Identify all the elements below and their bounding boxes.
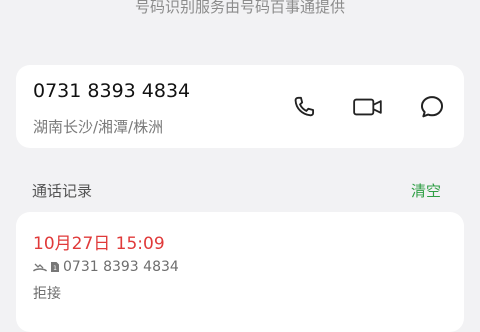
svg-text:1: 1 [53,265,57,272]
call-log-title: 通话记录 [32,182,93,200]
phone-number: 0731 8393 4834 [33,80,191,102]
call-record-status: 拒接 [33,286,61,302]
call-record-number: 0731 8393 4834 [63,259,179,275]
provider-note-text: 号码识别服务由号码百事通提供 [134,0,345,16]
message-button[interactable] [416,91,448,123]
provider-note: 号码识别服务由号码百事通提供 [0,0,480,22]
call-record-item[interactable]: 10月27日 15:09 1 0731 8393 4834 拒接 [16,212,464,332]
missed-call-icon [33,261,47,273]
video-camera-icon [353,98,382,116]
video-call-button[interactable] [352,91,384,123]
call-record-detail: 1 0731 8393 4834 [33,259,179,275]
message-bubble-icon [420,96,444,118]
sim-card-icon: 1 [50,261,60,273]
call-record-time: 10月27日 15:09 [33,234,165,254]
clear-call-log-button[interactable]: 清空 [411,180,441,201]
contact-card: 0731 8393 4834 湖南长沙/湘潭/株洲 [16,65,464,148]
call-button[interactable] [288,91,320,123]
phone-icon [294,96,315,117]
number-location: 湖南长沙/湘潭/株洲 [33,118,164,136]
